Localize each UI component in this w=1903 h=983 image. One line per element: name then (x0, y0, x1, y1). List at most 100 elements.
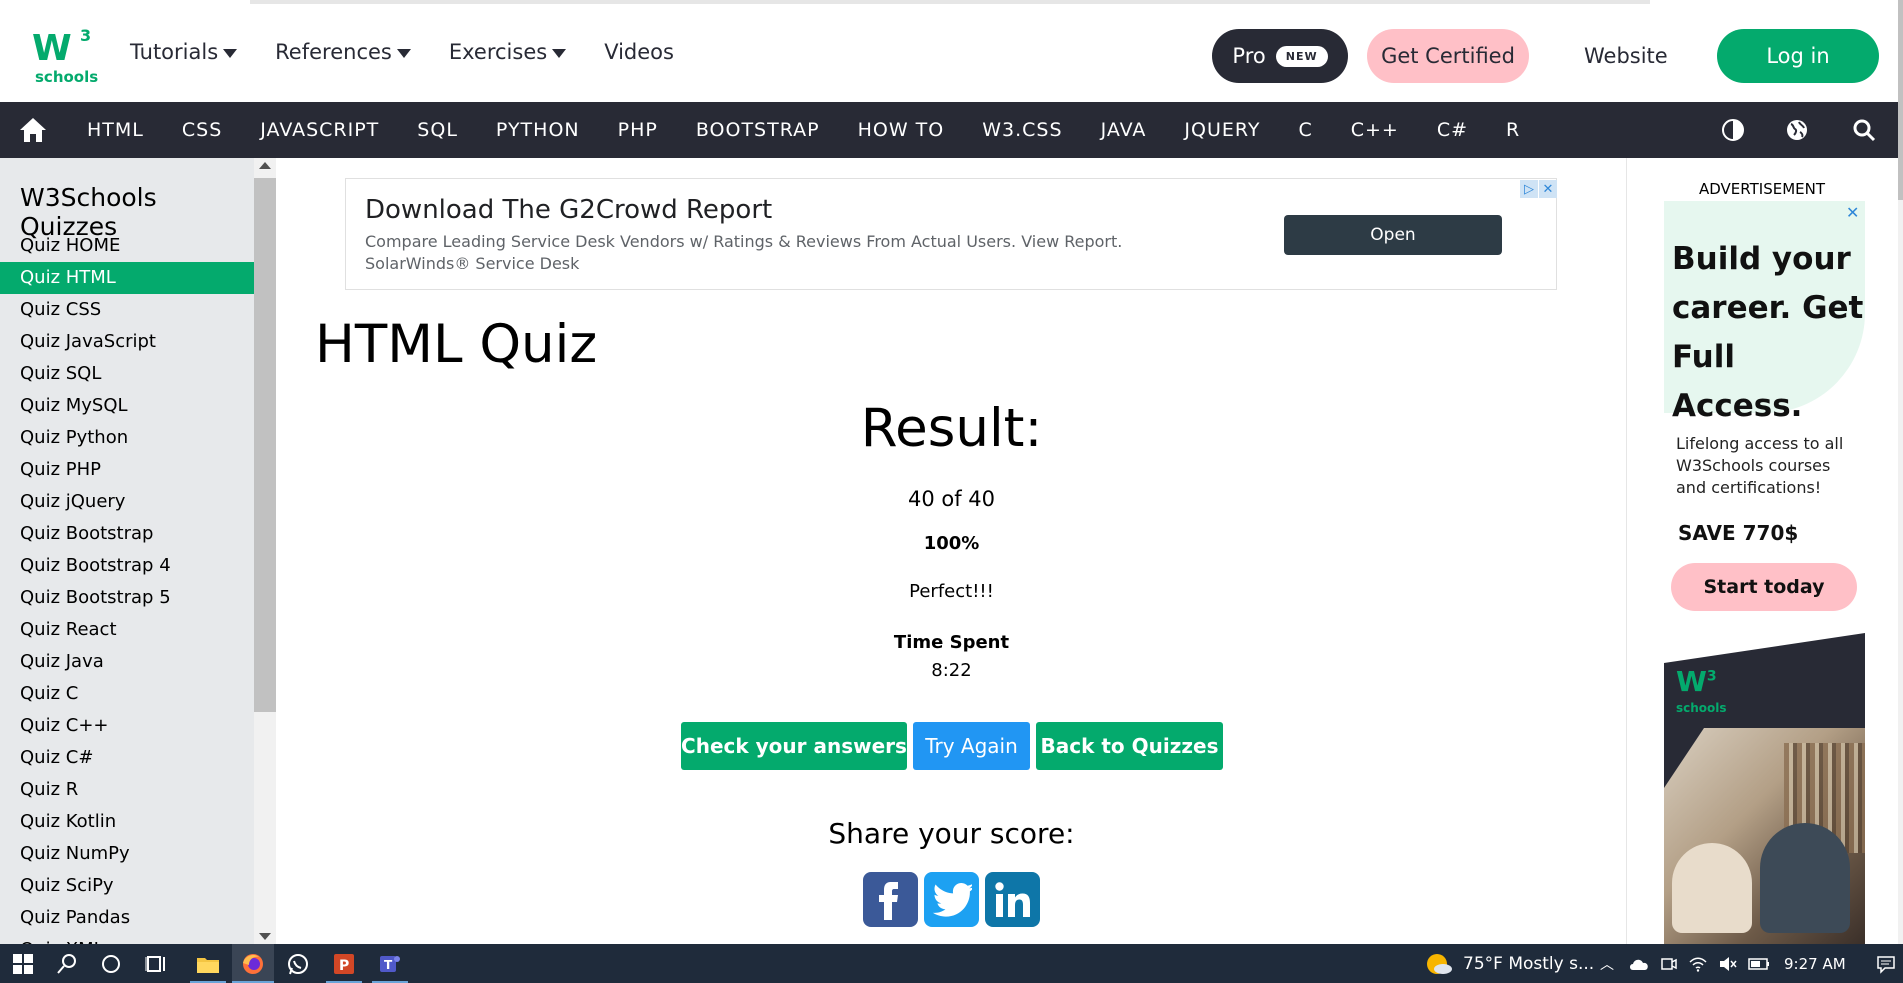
top-nav-label: Tutorials (130, 40, 219, 64)
sidebar-item[interactable]: Quiz CSS (0, 294, 254, 326)
task-view-icon[interactable] (144, 951, 170, 977)
sidebar-item[interactable]: Quiz jQuery (0, 486, 254, 518)
topics-nav: HTML CSS JAVASCRIPT SQL PYTHON PHP BOOTSTRAP HO… (0, 102, 1898, 158)
sidebar-scroll-thumb[interactable] (254, 178, 276, 712)
new-badge: NEW (1275, 45, 1328, 67)
browser-tab-strip (250, 0, 1650, 4)
whatsapp-icon[interactable] (285, 951, 311, 977)
topic-link[interactable]: HTML (87, 119, 144, 141)
ad-banner[interactable]: Download The G2Crowd Report Compare Lead… (345, 178, 1557, 290)
sidebar-item[interactable]: Quiz C# (0, 742, 254, 774)
get-certified-button[interactable]: Get Certified (1367, 29, 1529, 83)
adchoices-icon[interactable]: ▷ (1520, 180, 1538, 198)
sidebar-item[interactable]: Quiz Pandas (0, 902, 254, 934)
weather-widget[interactable]: 75°F Mostly s... (1425, 944, 1594, 983)
share-label: Share your score: (828, 817, 1075, 850)
topic-link[interactable]: R (1506, 119, 1520, 141)
sidebar-item[interactable]: Quiz Python (0, 422, 254, 454)
top-nav-tutorials[interactable]: Tutorials (130, 40, 238, 64)
page-scroll-thumb[interactable] (1898, 0, 1903, 200)
teams-icon[interactable]: T (377, 951, 403, 977)
pro-button[interactable]: Pro NEW (1212, 29, 1348, 83)
sidebar-ad[interactable]: Build your career. Get Full Access. ✕ Li… (1664, 201, 1865, 945)
start-today-button[interactable]: Start today (1671, 563, 1857, 611)
ad-title[interactable]: Download The G2Crowd Report (365, 195, 772, 225)
topic-link[interactable]: JAVASCRIPT (260, 119, 379, 141)
topic-link[interactable]: PHP (618, 119, 658, 141)
sidebar-item[interactable]: Quiz HOME (0, 230, 254, 262)
sidebar-item[interactable]: Quiz SQL (0, 358, 254, 390)
sidebar-item[interactable]: Quiz C (0, 678, 254, 710)
theme-toggle-icon[interactable] (1721, 118, 1745, 142)
topic-link[interactable]: BOOTSTRAP (696, 119, 820, 141)
sidebar-item[interactable]: Quiz HTML (0, 262, 254, 294)
topic-link[interactable]: CSS (182, 119, 222, 141)
sidebar-item[interactable]: Quiz MySQL (0, 390, 254, 422)
home-icon[interactable] (18, 116, 48, 144)
sidebar-item[interactable]: Quiz C++ (0, 710, 254, 742)
wifi-icon[interactable] (1688, 955, 1708, 973)
top-nav-exercises[interactable]: Exercises (449, 40, 567, 64)
volume-muted-icon[interactable] (1718, 955, 1738, 973)
powerpoint-icon[interactable]: P (331, 951, 357, 977)
caret-down-icon (223, 48, 238, 58)
topic-link[interactable]: SQL (417, 119, 458, 141)
sidebar-item[interactable]: Quiz Bootstrap (0, 518, 254, 550)
ad-close-icon[interactable]: ✕ (1846, 203, 1859, 222)
sidebar-item[interactable]: Quiz R (0, 774, 254, 806)
meet-now-icon[interactable] (1660, 955, 1678, 973)
ad-logo-sup: 3 (1706, 668, 1717, 685)
topic-link[interactable]: JAVA (1101, 119, 1147, 141)
windows-start-icon[interactable] (10, 951, 36, 977)
sidebar-item[interactable]: Quiz React (0, 614, 254, 646)
firefox-icon[interactable] (240, 951, 266, 977)
scroll-up-arrow-icon[interactable] (259, 162, 271, 169)
topic-link[interactable]: HOW TO (858, 119, 945, 141)
topic-link[interactable]: JQUERY (1184, 119, 1260, 141)
tray-chevron-up-icon[interactable]: ︿ (1600, 954, 1614, 974)
cortana-icon[interactable] (98, 951, 124, 977)
sidebar-item[interactable]: Quiz Kotlin (0, 806, 254, 838)
sidebar-item[interactable]: Quiz XML (0, 934, 254, 944)
sidebar-item[interactable]: Quiz Bootstrap 5 (0, 582, 254, 614)
try-again-button[interactable]: Try Again (913, 722, 1030, 770)
search-icon[interactable] (1852, 118, 1876, 142)
w3schools-logo[interactable]: W 3 schools (32, 26, 98, 86)
top-nav-videos[interactable]: Videos (604, 40, 674, 64)
login-button[interactable]: Log in (1717, 29, 1879, 83)
search-icon[interactable] (54, 951, 80, 977)
facebook-share-icon[interactable] (863, 872, 918, 927)
back-to-quizzes-button[interactable]: Back to Quizzes (1036, 722, 1223, 770)
topic-link[interactable]: C (1298, 119, 1312, 141)
linkedin-share-icon[interactable] (985, 872, 1040, 927)
check-answers-button[interactable]: Check your answers (681, 722, 907, 770)
notifications-icon[interactable] (1876, 954, 1896, 974)
result-panel: Result: 40 of 40 100% Perfect!!! Time Sp… (460, 398, 1443, 681)
scroll-down-arrow-icon[interactable] (259, 933, 271, 940)
file-explorer-icon[interactable] (195, 951, 221, 977)
sidebar-item[interactable]: Quiz NumPy (0, 838, 254, 870)
sidebar-item[interactable]: Quiz PHP (0, 454, 254, 486)
sidebar-item[interactable]: Quiz Java (0, 646, 254, 678)
topic-link[interactable]: C++ (1351, 119, 1399, 141)
clock-time[interactable]: 9:27 AM (1784, 955, 1846, 973)
topic-link[interactable]: PYTHON (496, 119, 580, 141)
sidebar-item[interactable]: Quiz SciPy (0, 870, 254, 902)
sidebar-item[interactable]: Quiz Bootstrap 4 (0, 550, 254, 582)
svg-text:P: P (339, 958, 349, 974)
website-link[interactable]: Website (1584, 44, 1668, 68)
page-scrollbar[interactable] (1898, 0, 1903, 944)
ad-open-button[interactable]: Open (1284, 215, 1502, 255)
windows-taskbar: P T 75°F Mostly s... ︿ 9:27 AM (0, 944, 1903, 983)
sidebar-item[interactable]: Quiz JavaScript (0, 326, 254, 358)
ad-close-icon[interactable]: ✕ (1539, 180, 1557, 198)
globe-icon[interactable] (1785, 118, 1809, 142)
person-graphic (1760, 823, 1850, 933)
twitter-share-icon[interactable] (924, 872, 979, 927)
top-nav-references[interactable]: References (275, 40, 411, 64)
onedrive-icon[interactable] (1628, 956, 1650, 972)
battery-icon[interactable] (1748, 957, 1770, 971)
topic-link[interactable]: C# (1437, 119, 1468, 141)
sidebar-scrollbar[interactable] (254, 158, 276, 944)
topic-link[interactable]: W3.CSS (982, 119, 1062, 141)
